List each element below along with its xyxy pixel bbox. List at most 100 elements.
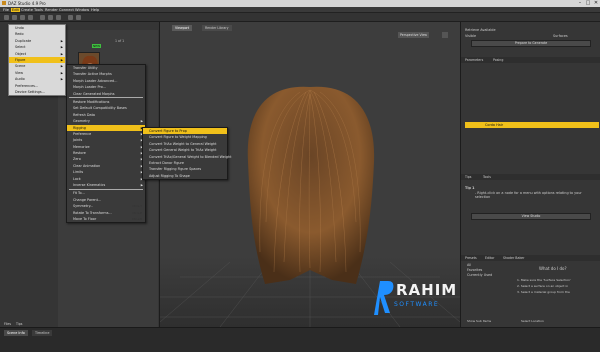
- rotate-tool-icon[interactable]: [20, 15, 25, 20]
- watermark-subtext: SOFTWARE: [394, 301, 440, 308]
- menu-file[interactable]: File: [3, 8, 9, 12]
- menu-item-inverse-kinematics[interactable]: Inverse Kinematics ▶: [67, 182, 145, 188]
- page-indicator: 1 of 1: [115, 39, 125, 43]
- edit-menu-dropdown: Undo Redo Duplicate ▶ Select ▶ Object ▶ Fig…: [8, 24, 66, 97]
- menu-item-label: Figure: [15, 57, 26, 62]
- menu-create[interactable]: Create: [21, 8, 33, 12]
- tab-parameters[interactable]: Parameters: [465, 58, 483, 62]
- help-step-1: 1. Make sure the 'Surface Selection': [517, 278, 571, 282]
- menu-item-label: Transfer Utility: [73, 66, 98, 70]
- surfaces-checkbox[interactable]: Surfaces: [553, 34, 568, 38]
- tab-files[interactable]: Files: [4, 322, 11, 326]
- tab-tips[interactable]: Tips: [465, 175, 471, 179]
- tab-shader-baker[interactable]: Shader Baker: [503, 256, 524, 260]
- toolbar: [0, 13, 600, 22]
- figure-submenu: Transfer Utility Transfer Active Morphs …: [66, 64, 146, 224]
- filter-all[interactable]: All: [467, 263, 471, 267]
- filter-currently-used[interactable]: Currently Used: [467, 273, 492, 277]
- menu-item-label: Undo: [15, 26, 24, 30]
- menu-render[interactable]: Render: [45, 8, 58, 12]
- shortcut-label: Ctrl+D: [131, 216, 142, 221]
- menu-item-label: Restore Modifications: [73, 99, 110, 104]
- prepare-button[interactable]: Prepare to Generate: [471, 40, 591, 47]
- select-location[interactable]: Select Location: [521, 319, 544, 323]
- render-icon[interactable]: [68, 15, 73, 20]
- tab-presets[interactable]: Presets: [465, 256, 477, 260]
- menu-item-label: Restore: [73, 151, 86, 156]
- menu-edit[interactable]: Edit: [11, 8, 20, 12]
- geometry-editor-icon[interactable]: [56, 15, 61, 20]
- select-tool-icon[interactable]: [4, 15, 9, 20]
- menu-item-label: Zero: [73, 157, 81, 162]
- tips-tabbar: Tips Tools: [461, 174, 600, 180]
- submenu-arrow-icon: ▶: [140, 183, 143, 188]
- right-pane: Retrieve Available Visible Surfaces Prep…: [460, 22, 600, 327]
- show-sub-items-checkbox[interactable]: Show Sub Items: [467, 319, 491, 323]
- menu-item-label: Rotate To Transforms...: [73, 210, 112, 215]
- rigging-submenu: Convert Figure to Prop Convert Figure to…: [142, 127, 231, 181]
- tab-timeline[interactable]: Timeline: [32, 330, 53, 336]
- menu-item-device-settings[interactable]: Device Settings...: [9, 89, 65, 95]
- menu-item-label: Duplicate: [15, 38, 32, 43]
- menu-item-label: Change Parent...: [73, 197, 102, 202]
- menu-item-label: Lock: [73, 176, 81, 181]
- menu-item-label: Preferences...: [15, 83, 39, 88]
- menu-item-label: Convert Figure to Weight Mapping: [149, 135, 207, 140]
- tab-tools[interactable]: Tools: [483, 175, 491, 179]
- menu-item-label: Refresh Data: [73, 112, 95, 117]
- tab-editor[interactable]: Editor: [485, 256, 494, 260]
- help-title: What do I do?: [539, 266, 567, 271]
- render-settings-icon[interactable]: [76, 15, 81, 20]
- menu-item-label: Audio: [15, 77, 25, 82]
- node-weight-tool-icon[interactable]: [48, 15, 53, 20]
- menu-item-label: Select: [15, 45, 26, 50]
- menu-item-clear-generated-morphs[interactable]: Clear Generated Morphs: [67, 91, 145, 97]
- menu-item-label: Extract Donor Figure: [149, 160, 184, 165]
- close-button[interactable]: ✕: [592, 0, 600, 7]
- window-title: DAZ Studio 4.9 Pro: [8, 1, 46, 6]
- universal-tool-icon[interactable]: [40, 15, 45, 20]
- maximize-button[interactable]: □: [584, 0, 592, 7]
- scene-item-selected[interactable]: Corda Hair: [465, 122, 599, 128]
- tab-posing[interactable]: Posing: [493, 58, 503, 62]
- menu-item-label: Device Settings...: [15, 89, 45, 94]
- menu-item-label: Convert Figure to Prop: [149, 129, 187, 133]
- menu-item-label: Set Default Compatibility Bases: [73, 106, 127, 111]
- menu-connect[interactable]: Connect: [59, 8, 74, 12]
- new-badge: NEW: [92, 44, 102, 48]
- parameters-tabbar: Parameters Posing: [461, 57, 600, 63]
- menu-item-label: Move To Floor: [73, 216, 97, 221]
- menu-help[interactable]: Help: [91, 8, 99, 12]
- status-bar: Scene Info Timeline: [0, 327, 600, 352]
- retrieve-label: Retrieve Available: [465, 28, 496, 32]
- app-icon: [2, 1, 6, 5]
- view-studio-button[interactable]: View Studio: [471, 213, 591, 220]
- tab-left-tips[interactable]: Tips: [16, 322, 22, 326]
- tip-title: Tip 1: [465, 186, 475, 190]
- scale-tool-icon[interactable]: [28, 15, 33, 20]
- menu-item-label: Convert General Weight to TriAx Weight: [149, 148, 217, 153]
- title-bar: DAZ Studio 4.9 Pro – □ ✕: [0, 0, 600, 7]
- menu-item-adjust-rigging[interactable]: Adjust Rigging To Shape: [143, 173, 227, 179]
- tip-text: - Right-click on a node for a menu with …: [475, 191, 582, 199]
- menu-item-label: Limits: [73, 170, 84, 175]
- menu-item-label: Scene: [15, 64, 26, 69]
- menu-item-label: Transfer Active Morphs: [73, 72, 112, 77]
- menu-window[interactable]: Window: [75, 8, 89, 12]
- menu-item-label: Joints: [73, 138, 83, 143]
- minimize-button[interactable]: –: [576, 0, 584, 7]
- filter-favorites[interactable]: Favorites: [467, 268, 482, 272]
- tab-scene-info[interactable]: Scene Info: [4, 330, 28, 336]
- menu-item-label: Object: [15, 51, 27, 56]
- menu-item-move-to-floor[interactable]: Move To Floor Ctrl+D: [67, 216, 145, 222]
- move-tool-icon[interactable]: [12, 15, 17, 20]
- menu-item-label: Adjust Rigging To Shape: [149, 173, 190, 178]
- watermark-logo: RAHIM SOFTWARE: [370, 275, 460, 325]
- visible-checkbox[interactable]: Visible: [465, 34, 476, 38]
- menu-tools[interactable]: Tools: [34, 8, 43, 12]
- menu-item-label: Inverse Kinematics: [73, 183, 106, 188]
- help-step-2: 2. Select a surface on an object in: [517, 284, 569, 288]
- menu-item-label: Rigging: [73, 125, 86, 130]
- menu-item-label: Transfer Rigging Figure Spaces: [149, 167, 202, 172]
- menu-item-label: Memorize: [73, 144, 90, 149]
